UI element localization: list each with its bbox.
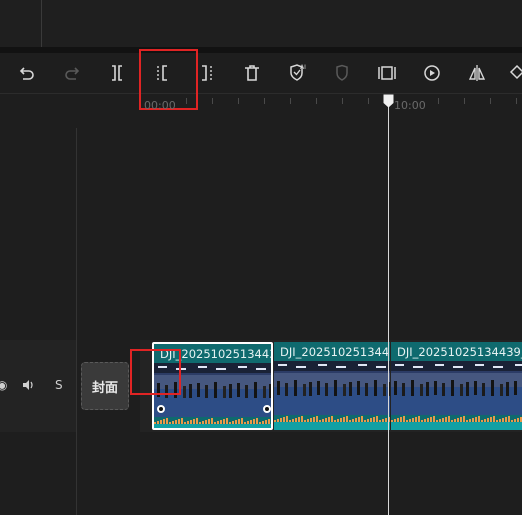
ruler-tick: [264, 98, 265, 104]
thumbnail-frame: [314, 361, 354, 415]
split-icon: [112, 65, 122, 81]
ruler-tick: [464, 98, 465, 104]
ruler-tick: [490, 98, 491, 104]
clip-audio-waveform: [391, 415, 522, 422]
thumbnail-frame: [194, 363, 234, 417]
ruler-label-10min: 10:00: [394, 99, 426, 112]
undo-icon: [19, 67, 34, 80]
clip-title: DJI_20251025134439_0002: [280, 345, 390, 359]
clip-title: DJI_20251025134439_0001: [160, 347, 273, 361]
solo-toggle[interactable]: S: [55, 378, 63, 392]
ruler-tick: [516, 98, 517, 104]
speed-icon: [424, 65, 440, 81]
top-panel: [0, 0, 522, 47]
mirror-button[interactable]: [465, 61, 489, 85]
rotate-button[interactable]: [505, 61, 522, 85]
delete-icon: [245, 65, 259, 81]
mirror-icon: [468, 65, 486, 81]
ruler-tick: [212, 98, 213, 104]
freeze-frame-button[interactable]: [375, 61, 399, 85]
redo-icon: [65, 67, 80, 80]
track-panel-divider: [76, 128, 77, 515]
timeline-ruler[interactable]: 00:00 10:00: [140, 94, 522, 128]
ruler-tick: [290, 98, 291, 104]
timeline-toolbar: AI: [0, 53, 522, 94]
delete-button[interactable]: [240, 61, 264, 85]
trim-right-button[interactable]: [195, 61, 219, 85]
thumbnail-frame: [511, 361, 522, 415]
thumbnail-frame: [431, 361, 471, 415]
shield-icon: [336, 64, 348, 81]
ruler-tick: [316, 98, 317, 104]
eye-icon[interactable]: ◉: [0, 378, 7, 392]
ruler-tick: [438, 98, 439, 104]
track-control-panel: [0, 94, 76, 515]
freeze-frame-icon: [378, 66, 396, 80]
clip-thumbnails: [154, 363, 271, 417]
trim-left-button[interactable]: [150, 61, 174, 85]
ruler-label-start: 00:00: [144, 99, 176, 112]
playhead-line[interactable]: [388, 104, 389, 515]
panel-separator: [41, 0, 42, 47]
thumbnail-frame: [391, 361, 431, 415]
video-track-header: [0, 340, 76, 432]
ruler-tick: [238, 98, 239, 104]
thumbnail-frame: [274, 361, 314, 415]
rotate-icon: [509, 64, 522, 80]
ruler-tick: [186, 98, 187, 104]
clip-bottom-strip: [154, 424, 271, 428]
redo-button[interactable]: [60, 61, 84, 85]
clip-thumbnails: [391, 361, 522, 415]
split-button[interactable]: [105, 61, 129, 85]
speed-button[interactable]: [420, 61, 444, 85]
clip-bottom-strip: [274, 422, 390, 430]
clip-audio-waveform: [274, 415, 390, 422]
video-clip-3[interactable]: DJI_20251025134439_0003: [391, 342, 522, 430]
clip-audio-waveform: [154, 417, 271, 424]
ai-badge: AI: [300, 64, 306, 71]
volume-icon[interactable]: [21, 378, 35, 392]
cover-button[interactable]: 封面: [81, 362, 129, 410]
shield-button[interactable]: [330, 61, 354, 85]
clip-bottom-strip: [391, 422, 522, 430]
clip-title: DJI_20251025134439_0003: [397, 345, 522, 359]
trim-left-icon: [157, 65, 167, 81]
playhead-handle[interactable]: [383, 94, 394, 108]
video-clip-1[interactable]: DJI_20251025134439_0001: [152, 342, 273, 430]
ruler-tick: [342, 98, 343, 104]
video-clip-2[interactable]: DJI_20251025134439_0002: [274, 342, 390, 430]
clip-trim-handle-right[interactable]: [263, 405, 271, 413]
thumbnail-frame: [471, 361, 511, 415]
trim-right-icon: [202, 65, 212, 81]
thumbnail-frame: [354, 361, 390, 415]
undo-button[interactable]: [15, 61, 39, 85]
clip-thumbnails: [274, 361, 390, 415]
clip-trim-handle-left[interactable]: [157, 405, 165, 413]
ai-shield-button[interactable]: AI: [285, 61, 309, 85]
ai-shield-icon: AI: [290, 64, 306, 81]
ruler-tick: [368, 98, 369, 104]
